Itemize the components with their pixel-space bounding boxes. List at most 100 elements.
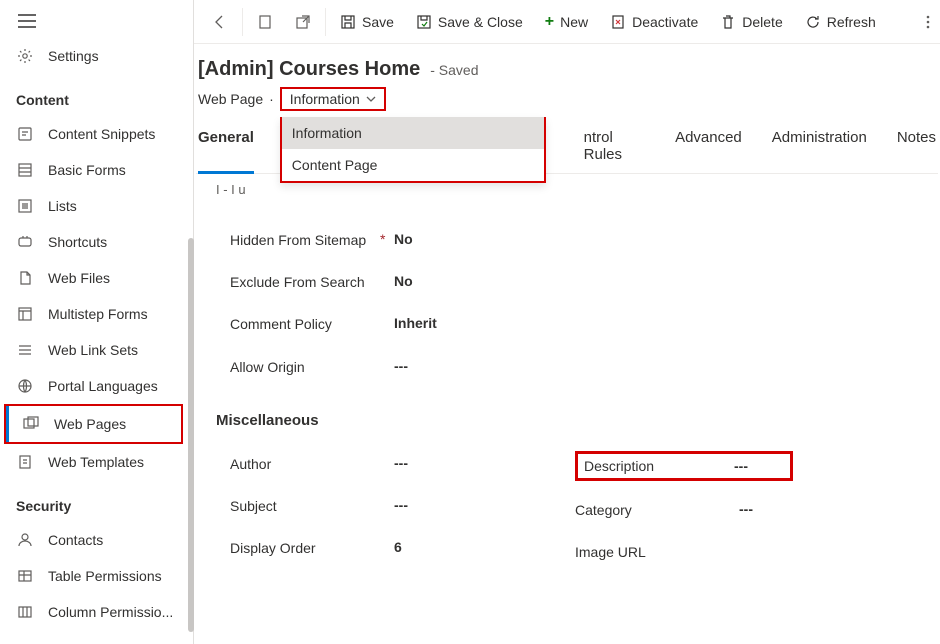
cmd-label: Save & Close bbox=[438, 14, 523, 30]
field-value: No bbox=[394, 231, 413, 247]
sidebar-item-contacts[interactable]: Contacts bbox=[0, 522, 193, 558]
sidebar-label: Shortcuts bbox=[48, 234, 107, 250]
deactivate-button[interactable]: Deactivate bbox=[600, 0, 708, 44]
highlight-box-description: Description --- bbox=[575, 451, 793, 481]
save-close-button[interactable]: Save & Close bbox=[406, 0, 533, 44]
open-record-button[interactable] bbox=[247, 0, 283, 44]
separator bbox=[242, 8, 243, 36]
sidebar-label: Contacts bbox=[48, 532, 103, 548]
popout-button[interactable] bbox=[285, 0, 321, 44]
field-hidden-from-sitemap[interactable]: Hidden From Sitemap * No bbox=[230, 219, 920, 261]
field-label: Display Order bbox=[230, 539, 380, 557]
tab-general[interactable]: General bbox=[198, 129, 254, 173]
field-label: Category bbox=[575, 501, 725, 519]
sidebar-item-column-permissions[interactable]: Column Permissio... bbox=[0, 594, 193, 630]
sidebar-item-portal-languages[interactable]: Portal Languages bbox=[0, 368, 193, 404]
hamburger-button[interactable] bbox=[0, 0, 193, 38]
sidebar-item-web-pages[interactable]: Web Pages bbox=[6, 406, 181, 442]
tab-notes[interactable]: Notes bbox=[897, 129, 936, 173]
contact-icon bbox=[16, 532, 34, 548]
cmd-label: Delete bbox=[742, 14, 782, 30]
sidebar-item-web-link-sets[interactable]: Web Link Sets bbox=[0, 332, 193, 368]
form-option-information[interactable]: Information bbox=[282, 117, 544, 149]
language-icon bbox=[16, 378, 34, 394]
sidebar-label: Content Snippets bbox=[48, 126, 155, 142]
field-value[interactable]: --- bbox=[734, 458, 748, 474]
sidebar-item-table-permissions[interactable]: Table Permissions bbox=[0, 558, 193, 594]
cmd-label: Save bbox=[362, 14, 394, 30]
cutoff-text: I - I u bbox=[216, 182, 920, 219]
sidebar-label: Web Pages bbox=[54, 416, 126, 432]
form-selector-dropdown: Information Content Page bbox=[280, 117, 546, 183]
highlight-box-webpages: Web Pages bbox=[4, 404, 183, 444]
field-comment-policy[interactable]: Comment Policy Inherit bbox=[230, 303, 920, 345]
sidebar-label: Settings bbox=[48, 48, 99, 64]
main: Save Save & Close + New Deactivate Delet… bbox=[194, 0, 940, 644]
sidebar-label: Basic Forms bbox=[48, 162, 126, 178]
form-selector-label: Information bbox=[290, 91, 360, 107]
sidebar-scrollbar[interactable] bbox=[188, 238, 194, 632]
field-value: No bbox=[394, 273, 413, 289]
field-subject[interactable]: Subject --- bbox=[230, 485, 575, 527]
field-value: 6 bbox=[394, 539, 402, 555]
section-misc: Miscellaneous bbox=[216, 388, 920, 443]
tab-advanced[interactable]: Advanced bbox=[675, 129, 742, 173]
snippet-icon bbox=[16, 126, 34, 142]
field-label: Hidden From Sitemap bbox=[230, 231, 380, 249]
sidebar-label: Web Templates bbox=[48, 454, 144, 470]
refresh-button[interactable]: Refresh bbox=[795, 0, 886, 44]
sidebar-label: Column Permissio... bbox=[48, 604, 173, 620]
field-allow-origin[interactable]: Allow Origin --- bbox=[230, 346, 920, 388]
sidebar-item-multistep-forms[interactable]: Multistep Forms bbox=[0, 296, 193, 332]
sidebar-label: Multistep Forms bbox=[48, 306, 148, 322]
form-icon bbox=[16, 162, 34, 178]
field-image-url[interactable]: Image URL bbox=[575, 531, 920, 573]
overflow-button[interactable] bbox=[916, 0, 940, 44]
field-exclude-from-search[interactable]: Exclude From Search No bbox=[230, 261, 920, 303]
tab-control-rules[interactable]: ntrol Rules bbox=[584, 129, 645, 173]
sidebar-item-lists[interactable]: Lists bbox=[0, 188, 193, 224]
field-display-order[interactable]: Display Order 6 bbox=[230, 527, 575, 569]
content: [Admin] Courses Home - Saved Web Page · … bbox=[194, 44, 940, 644]
separator bbox=[325, 8, 326, 36]
field-author[interactable]: Author --- bbox=[230, 443, 575, 485]
page-title: [Admin] Courses Home bbox=[198, 58, 420, 81]
tab-administration[interactable]: Administration bbox=[772, 129, 867, 173]
col-perm-icon bbox=[16, 604, 34, 620]
multistep-icon bbox=[16, 306, 34, 322]
shortcut-icon bbox=[16, 234, 34, 250]
chevron-down-icon bbox=[366, 96, 376, 102]
command-bar: Save Save & Close + New Deactivate Delet… bbox=[194, 0, 940, 44]
separator: · bbox=[269, 91, 274, 107]
webpage-icon bbox=[22, 416, 40, 432]
save-button[interactable]: Save bbox=[330, 0, 404, 44]
new-button[interactable]: + New bbox=[535, 0, 598, 44]
file-icon bbox=[16, 270, 34, 286]
cmd-label: Deactivate bbox=[632, 14, 698, 30]
field-category[interactable]: Category --- bbox=[575, 489, 920, 531]
sidebar: Settings Content Content Snippets Basic … bbox=[0, 0, 194, 644]
sidebar-label: Web Link Sets bbox=[48, 342, 138, 358]
field-value: --- bbox=[394, 455, 408, 471]
field-value: --- bbox=[394, 358, 408, 374]
back-button[interactable] bbox=[202, 0, 238, 44]
form-selector[interactable]: Information Information Content Page bbox=[280, 87, 386, 111]
sidebar-item-web-templates[interactable]: Web Templates bbox=[0, 444, 193, 480]
required-marker: * bbox=[380, 231, 394, 247]
field-label: Image URL bbox=[575, 543, 725, 561]
form-option-content-page[interactable]: Content Page bbox=[282, 149, 544, 181]
linkset-icon bbox=[16, 342, 34, 358]
list-icon bbox=[16, 198, 34, 214]
field-value: --- bbox=[394, 497, 408, 513]
field-label: Description bbox=[584, 457, 734, 475]
delete-button[interactable]: Delete bbox=[710, 0, 792, 44]
sidebar-item-web-files[interactable]: Web Files bbox=[0, 260, 193, 296]
field-label: Allow Origin bbox=[230, 358, 380, 376]
field-label: Comment Policy bbox=[230, 315, 380, 333]
sidebar-item-basic-forms[interactable]: Basic Forms bbox=[0, 152, 193, 188]
sidebar-label: Table Permissions bbox=[48, 568, 162, 584]
field-label: Exclude From Search bbox=[230, 273, 380, 291]
sidebar-item-settings[interactable]: Settings bbox=[0, 38, 193, 74]
sidebar-item-shortcuts[interactable]: Shortcuts bbox=[0, 224, 193, 260]
sidebar-item-content-snippets[interactable]: Content Snippets bbox=[0, 116, 193, 152]
